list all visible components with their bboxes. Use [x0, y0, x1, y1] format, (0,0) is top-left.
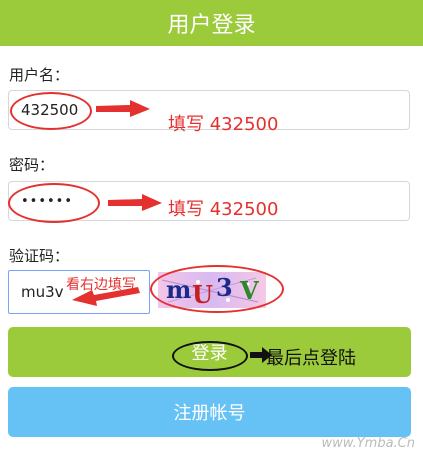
captcha-hint: 看右边填写: [66, 277, 136, 293]
username-hint: 填写 432500: [168, 114, 279, 135]
login-hint: 最后点登陆: [266, 348, 356, 369]
annotation-arrows: [72, 100, 272, 363]
password-hint: 填写 432500: [168, 199, 279, 220]
watermark: www.Ymba.Cn: [321, 436, 415, 451]
